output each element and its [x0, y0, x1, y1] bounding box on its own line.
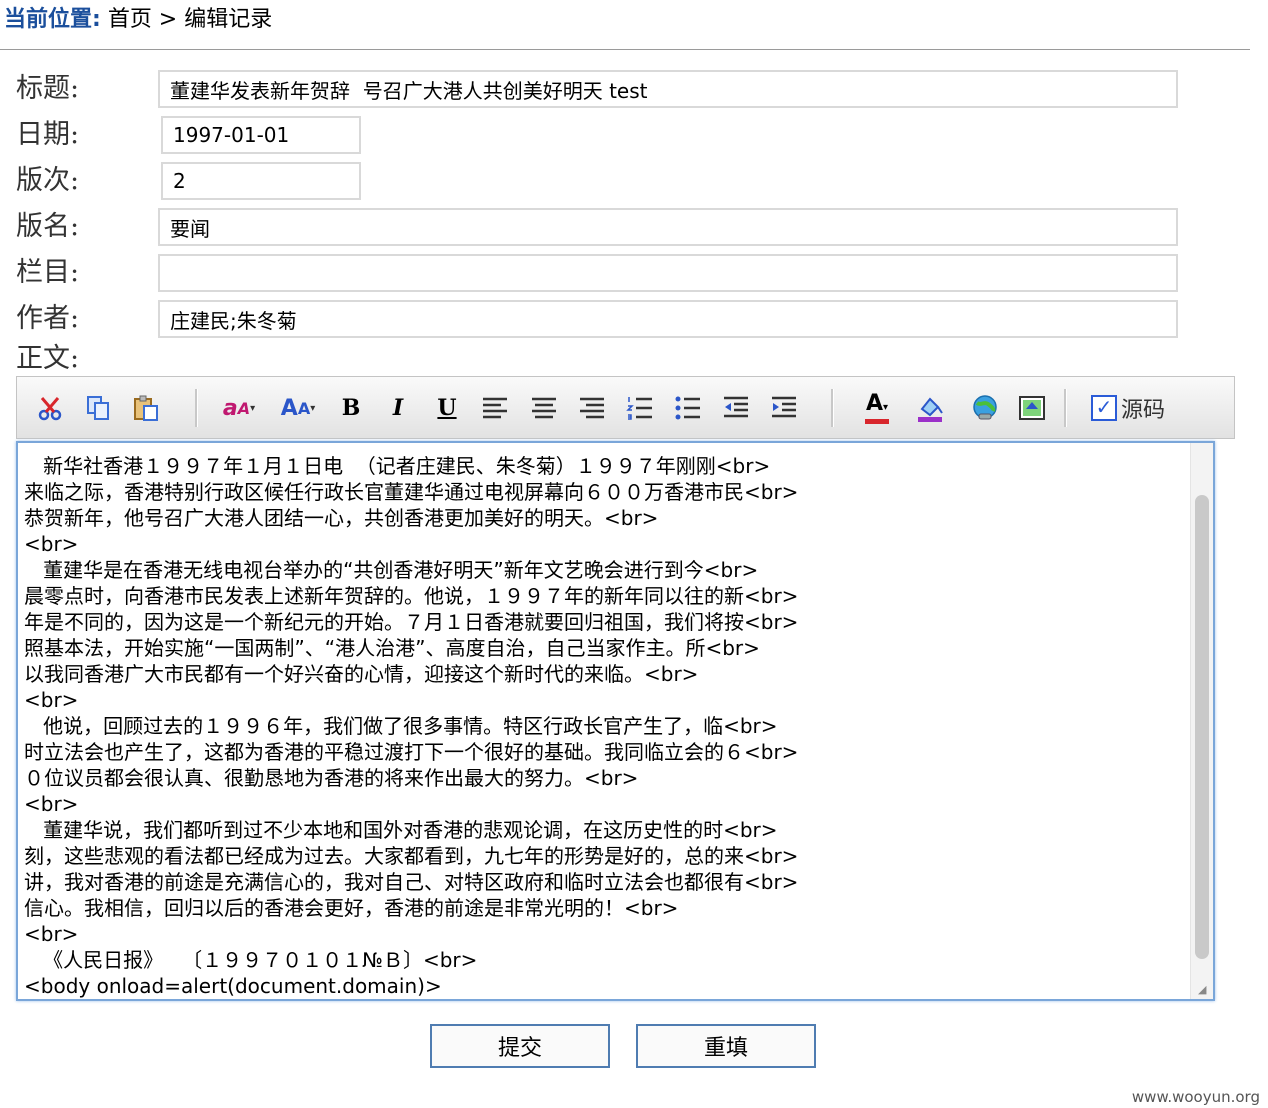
body-source-text[interactable]: 新华社香港１９９７年１月１日电 （记者庄建民、朱冬菊）１９９７年刚刚<br> 来… [24, 453, 1184, 999]
font-icon[interactable]: a A ▾ [222, 391, 256, 425]
align-right-icon[interactable] [575, 391, 609, 425]
author-input[interactable] [158, 300, 1178, 338]
column-label: 栏目: [16, 257, 80, 288]
source-checkbox[interactable]: ✓ [1091, 395, 1117, 421]
author-label: 作者: [16, 303, 80, 334]
source-toggle[interactable]: ✓ 源码 [1091, 391, 1165, 425]
cut-icon[interactable] [33, 391, 67, 425]
edition-no-label: 版次: [16, 165, 80, 196]
toolbar-separator [1064, 389, 1067, 427]
indent-icon[interactable] [767, 391, 801, 425]
breadcrumb: 当前位置: 首页 > 编辑记录 [4, 4, 272, 36]
date-input[interactable] [161, 116, 361, 154]
toolbar-separator [195, 389, 198, 427]
breadcrumb-label: 当前位置: [4, 7, 101, 32]
unordered-list-icon[interactable] [671, 391, 705, 425]
bold-icon[interactable]: B [334, 391, 368, 425]
copy-icon[interactable] [81, 391, 115, 425]
text-color-icon[interactable]: A▾ [860, 391, 894, 425]
image-icon[interactable] [1015, 391, 1049, 425]
resize-grip-icon[interactable]: ◢ [1198, 984, 1210, 996]
submit-button[interactable]: 提交 [430, 1024, 610, 1068]
edition-name-label: 版名: [16, 211, 80, 242]
outdent-icon[interactable] [719, 391, 753, 425]
breadcrumb-path: 首页 > 编辑记录 [107, 7, 273, 32]
editor-scrollbar[interactable] [1190, 443, 1213, 999]
align-left-icon[interactable] [478, 391, 512, 425]
editor-toolbar: a A ▾ A A ▾ B I U A▾ ✓ 源码 [16, 376, 1235, 439]
body-editor[interactable]: 新华社香港１９９７年１月１日电 （记者庄建民、朱冬菊）１９９７年刚刚<br> 来… [16, 441, 1215, 1001]
reset-button[interactable]: 重填 [636, 1024, 816, 1068]
date-label: 日期: [16, 119, 80, 150]
watermark: www.wooyun.org [1131, 1088, 1260, 1106]
edition-no-input[interactable] [161, 162, 361, 200]
italic-icon[interactable]: I [381, 391, 415, 425]
ordered-list-icon[interactable] [623, 391, 657, 425]
column-input[interactable] [158, 254, 1178, 292]
align-center-icon[interactable] [527, 391, 561, 425]
header-divider [0, 49, 1250, 50]
scrollbar-thumb[interactable] [1195, 495, 1209, 959]
font-size-icon[interactable]: A A ▾ [281, 391, 315, 425]
underline-icon[interactable]: U [430, 391, 464, 425]
highlight-icon[interactable] [913, 391, 947, 425]
toolbar-separator [831, 389, 834, 427]
title-input[interactable] [158, 70, 1178, 108]
title-label: 标题: [16, 73, 80, 104]
edition-name-input[interactable] [158, 208, 1178, 246]
body-label: 正文: [16, 343, 80, 374]
link-icon[interactable] [968, 391, 1002, 425]
source-label: 源码 [1121, 398, 1166, 423]
paste-icon[interactable] [129, 391, 163, 425]
